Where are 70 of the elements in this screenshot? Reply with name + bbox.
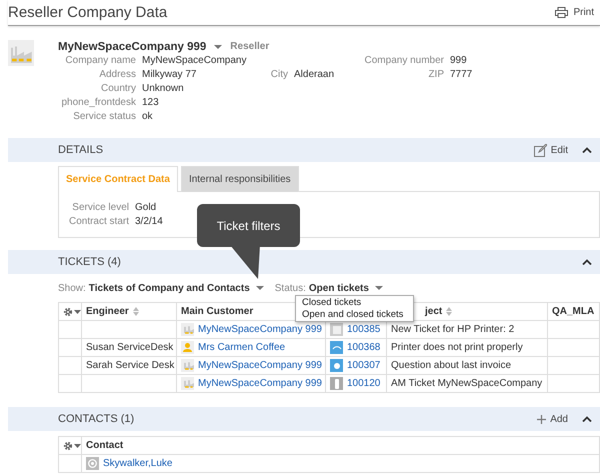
field-label: Service status	[72, 110, 136, 124]
column-header[interactable]: Contact	[86, 440, 124, 451]
factory-icon	[8, 40, 34, 66]
field-label: ZIP	[427, 68, 444, 82]
status-dropdown[interactable]: Open tickets	[308, 282, 385, 294]
field-value: Unknown	[142, 82, 185, 96]
tooltip-text: Ticket filters	[216, 218, 280, 232]
add-button[interactable]: Add	[537, 414, 568, 424]
field-label: Company name	[64, 54, 136, 68]
settings-button[interactable]	[63, 440, 81, 450]
caret-icon	[374, 286, 383, 290]
company-name: MyNewSpaceCompany 999	[58, 40, 206, 52]
contact-link[interactable]: Skywalker,Luke	[103, 458, 172, 469]
column-header[interactable]: ject	[425, 306, 452, 317]
field-value: 999	[450, 54, 468, 68]
table-cell: Sarah Service Desk	[86, 360, 174, 371]
factory-icon	[181, 377, 194, 390]
edit-icon	[534, 144, 547, 156]
filter-label: Status:	[274, 282, 306, 294]
menu-item[interactable]: Closed tickets	[296, 297, 413, 308]
field-value: 123	[142, 96, 160, 110]
column-header[interactable]: Main Customer	[181, 306, 254, 317]
collapse-icon	[582, 259, 592, 265]
caret-icon	[214, 44, 222, 48]
print-button[interactable]: Print	[555, 7, 600, 18]
field-label: City	[270, 68, 288, 82]
table-cell: Question about last invoice	[391, 360, 512, 371]
field-label: Company number	[364, 54, 444, 68]
section-title: CONTACTS (1)	[58, 413, 134, 425]
field-value: Alderaan	[294, 68, 336, 82]
show-dropdown[interactable]: Tickets of Company and Contacts	[88, 282, 266, 294]
field-value: Gold	[135, 201, 158, 215]
tab[interactable]: Internal responsibilities	[180, 166, 299, 192]
ticket-icon	[330, 359, 343, 372]
table-cell: Printer does not print properly	[391, 342, 523, 353]
field-label: Country	[100, 82, 136, 96]
ticket-icon	[330, 341, 343, 354]
field-value: ok	[142, 110, 154, 124]
field-label: Service level	[71, 201, 129, 215]
field-value: 3/2/14	[135, 215, 163, 229]
field-value: 7777	[450, 68, 472, 82]
printer-icon	[555, 7, 568, 18]
field-label: Contract start	[68, 215, 129, 229]
collapse-icon	[582, 416, 592, 422]
company-type: Reseller	[230, 41, 270, 52]
gear-icon	[63, 440, 81, 450]
table-cell: New Ticket for HP Printer: 2	[391, 324, 514, 335]
ticket-icon	[330, 377, 343, 390]
field-value: MyNewSpaceCompany	[142, 54, 248, 68]
person-icon	[181, 341, 194, 354]
field-label: Address	[98, 68, 136, 82]
collapse-icon	[582, 147, 592, 153]
page-title: Reseller Company Data	[8, 4, 168, 21]
field-label: phone_frontdesk	[60, 96, 136, 110]
table-cell: AM Ticket MyNewSpaceCompany	[391, 378, 542, 389]
gear-icon	[63, 306, 81, 316]
section-title: TICKETS (4)	[58, 256, 121, 268]
menu-item[interactable]: Open and closed tickets	[296, 308, 413, 320]
factory-icon	[181, 359, 194, 372]
plus-icon	[537, 414, 546, 424]
edit-button[interactable]: Edit	[534, 144, 568, 156]
settings-button[interactable]	[63, 306, 81, 316]
caret-icon	[256, 286, 264, 290]
factory-icon	[181, 323, 194, 336]
sort-icon	[446, 306, 452, 316]
table-cell: Susan ServiceDesk	[86, 342, 174, 353]
sort-icon	[132, 306, 139, 316]
filter-label: Show:	[58, 282, 86, 294]
section-title: DETAILS	[58, 144, 104, 156]
field-value: Milkyway 77	[142, 68, 198, 82]
